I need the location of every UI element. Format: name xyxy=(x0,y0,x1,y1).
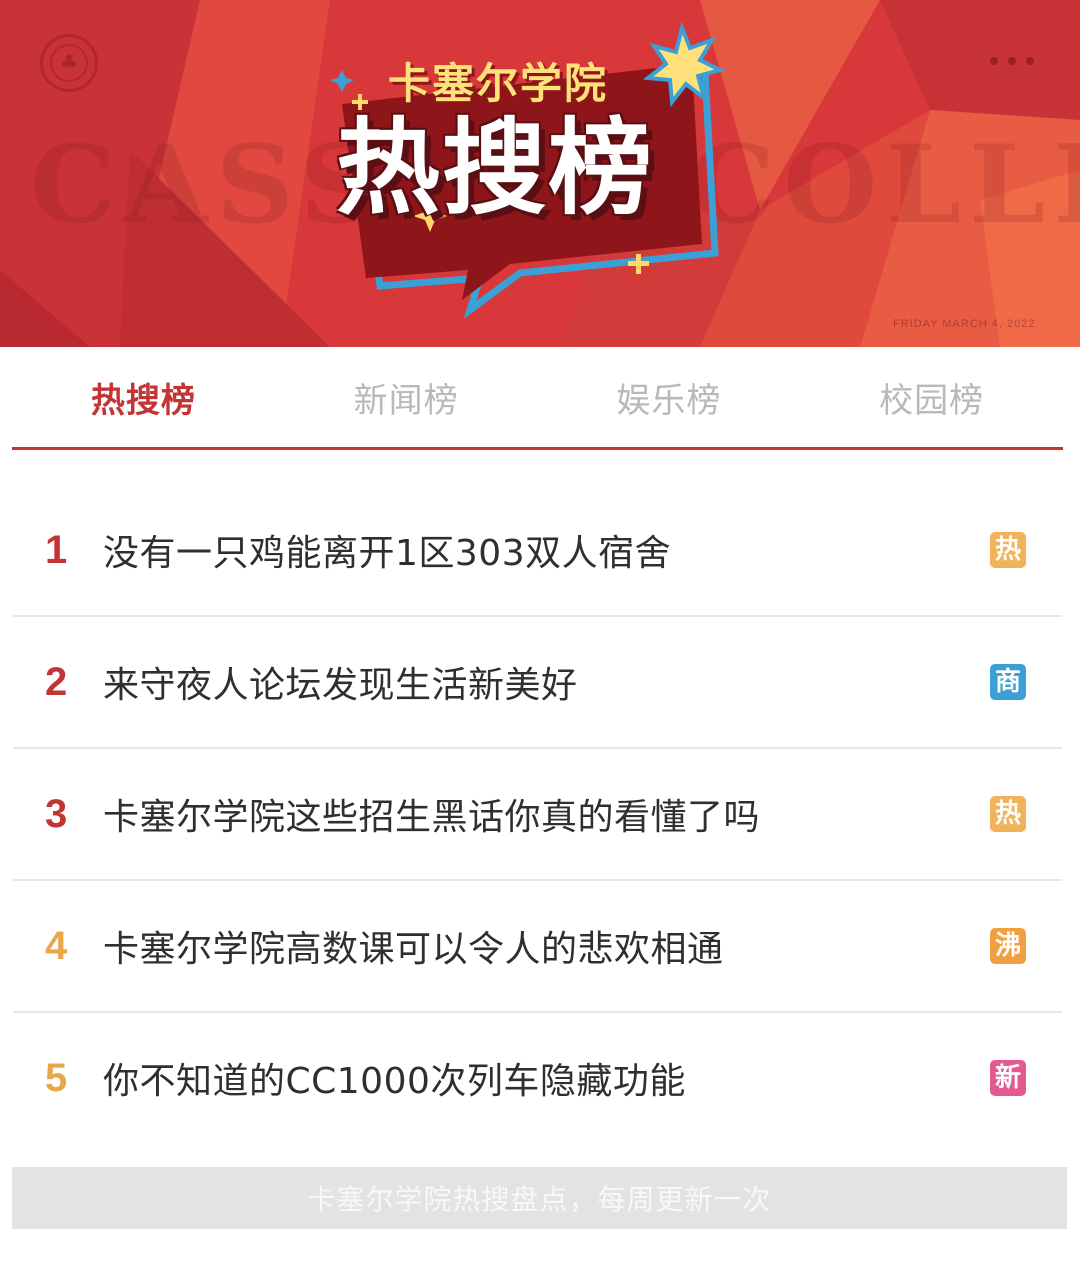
tab-entertainment[interactable]: 娱乐榜 xyxy=(538,348,801,447)
rank-number: 5 xyxy=(45,1055,68,1100)
header-banner: CASSELL COLLEGE ♣ 卡塞尔学院 热搜榜 FRIDAY MARCH… xyxy=(0,0,1080,347)
new-badge: 新 xyxy=(990,1060,1026,1096)
hot-search-list: 1 没有一只鸡能离开1区303双人宿舍 热 2 来守夜人论坛发现生活新美好 商 … xyxy=(13,485,1062,1143)
list-item[interactable]: 3 卡塞尔学院这些招生黑话你真的看懂了吗 热 xyxy=(13,749,1062,881)
boiling-badge: 沸 xyxy=(990,928,1026,964)
item-title[interactable]: 你不知道的CC1000次列车隐藏功能 xyxy=(103,1052,686,1104)
brand-subtitle: 卡塞尔学院 xyxy=(388,59,609,108)
item-title[interactable]: 来守夜人论坛发现生活新美好 xyxy=(103,656,578,708)
tab-news[interactable]: 新闻榜 xyxy=(275,348,538,447)
date-label: FRIDAY MARCH 4, 2022 xyxy=(893,318,1036,330)
footer-note: 卡塞尔学院热搜盘点，每周更新一次 xyxy=(12,1167,1067,1229)
list-item[interactable]: 1 没有一只鸡能离开1区303双人宿舍 热 xyxy=(13,485,1062,617)
list-item[interactable]: 5 你不知道的CC1000次列车隐藏功能 新 xyxy=(13,1013,1062,1143)
ad-badge: 商 xyxy=(990,664,1026,700)
tab-campus[interactable]: 校园榜 xyxy=(800,348,1063,447)
tab-bar: 热搜榜 新闻榜 娱乐榜 校园榜 xyxy=(12,348,1063,450)
item-title[interactable]: 没有一只鸡能离开1区303双人宿舍 xyxy=(103,524,671,576)
seal-tree-icon: ♣ xyxy=(40,34,98,92)
list-item[interactable]: 2 来守夜人论坛发现生活新美好 商 xyxy=(13,617,1062,749)
hot-badge: 热 xyxy=(990,796,1026,832)
hot-badge: 热 xyxy=(990,532,1026,568)
item-title[interactable]: 卡塞尔学院高数课可以令人的悲欢相通 xyxy=(103,920,724,972)
list-item[interactable]: 4 卡塞尔学院高数课可以令人的悲欢相通 沸 xyxy=(13,881,1062,1013)
rank-number: 1 xyxy=(45,527,68,572)
item-title[interactable]: 卡塞尔学院这些招生黑话你真的看懂了吗 xyxy=(103,788,760,840)
brand-title: 热搜榜 xyxy=(336,107,655,229)
rank-number: 3 xyxy=(45,791,68,836)
rank-number: 2 xyxy=(45,659,68,704)
tab-hot-search[interactable]: 热搜榜 xyxy=(12,348,275,447)
rank-number: 4 xyxy=(45,923,68,968)
more-dots-icon[interactable] xyxy=(980,52,1044,70)
